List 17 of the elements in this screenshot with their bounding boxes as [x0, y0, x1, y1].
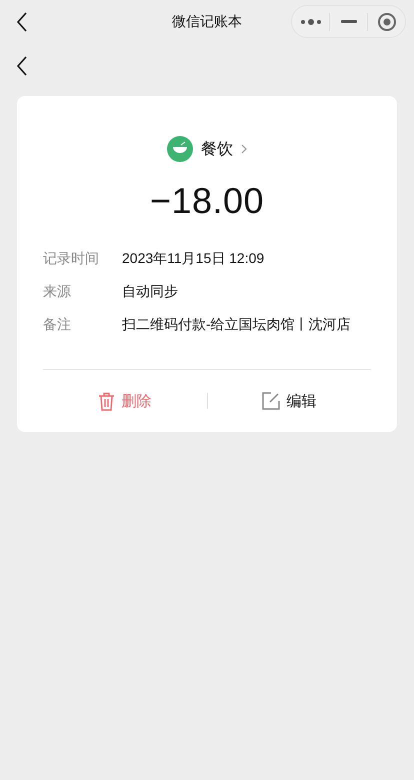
chevron-right-icon	[241, 144, 247, 154]
detail-value: 扫二维码付款-给立国坛肉馆丨沈河店	[122, 315, 351, 334]
bowl-icon	[167, 136, 193, 162]
detail-label: 备注	[43, 315, 72, 334]
minimize-icon	[340, 20, 356, 23]
detail-label: 来源	[43, 282, 72, 301]
edit-icon	[262, 392, 280, 410]
category-link[interactable]: 餐饮	[167, 136, 247, 162]
detail-value: 2023年11月15日 12:09	[122, 249, 264, 268]
more-icon	[300, 18, 322, 24]
detail-value: 自动同步	[122, 282, 178, 301]
window-title: 微信记账本	[172, 13, 242, 31]
target-icon	[376, 12, 396, 32]
trash-icon	[98, 392, 116, 410]
edit-button[interactable]: 编辑	[208, 392, 371, 410]
amount: −18.00	[148, 180, 266, 222]
detail-label: 记录时间	[43, 249, 100, 268]
